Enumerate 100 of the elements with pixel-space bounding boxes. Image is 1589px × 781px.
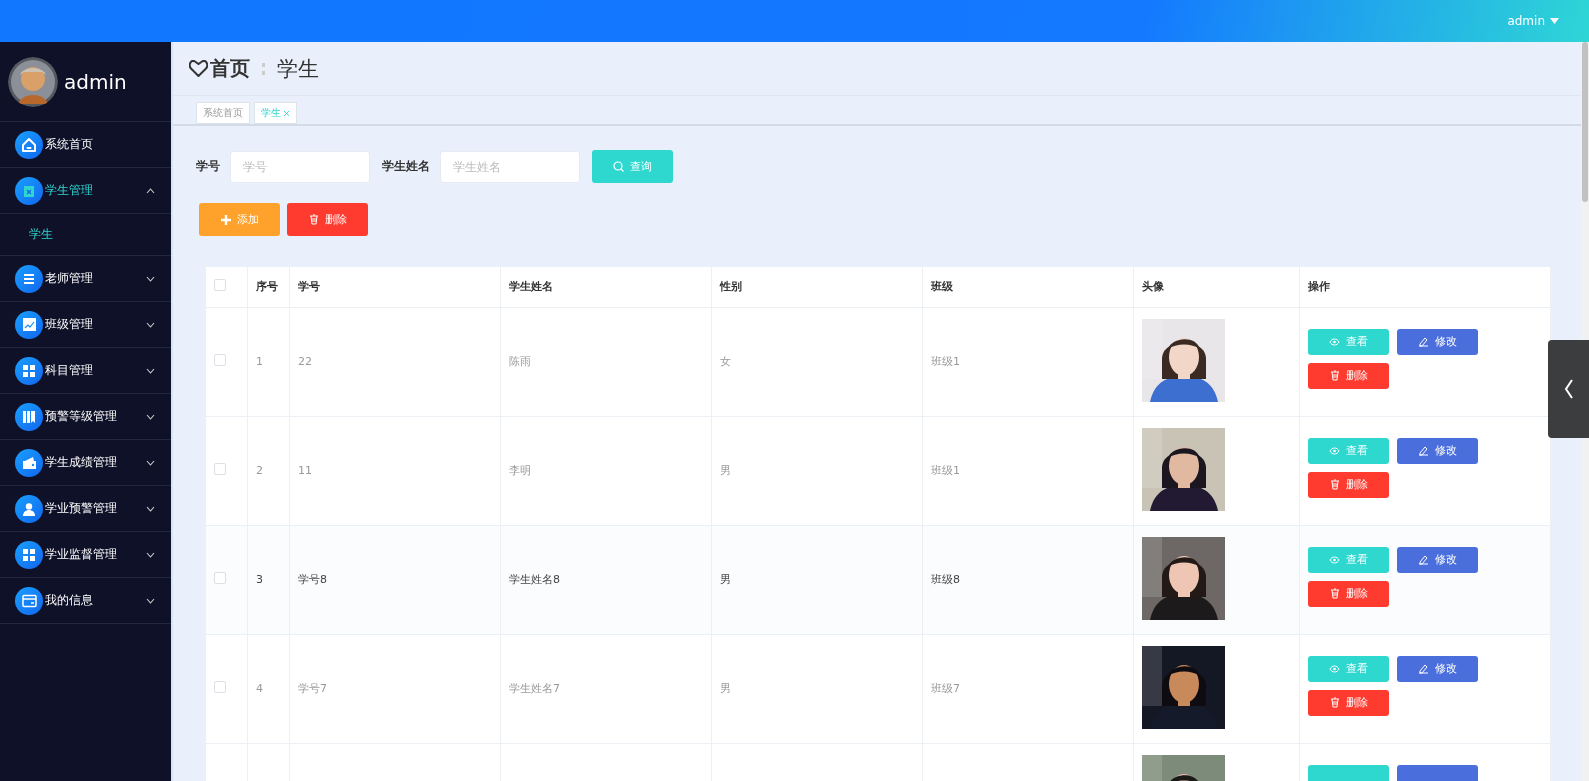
checkbox[interactable] xyxy=(214,354,226,366)
table-cell: 李明 xyxy=(509,464,531,477)
user-name: admin xyxy=(64,69,127,94)
search-field[interactable]: 学号 xyxy=(230,150,370,183)
delete-button[interactable]: 删除 xyxy=(287,203,368,236)
trash-icon xyxy=(1329,697,1340,708)
scrollbar[interactable] xyxy=(1581,42,1589,781)
home-icon xyxy=(21,136,37,153)
checkbox[interactable] xyxy=(214,279,226,292)
chevron-up-icon xyxy=(146,187,155,194)
close-icon xyxy=(283,109,290,117)
column-header: 操作 xyxy=(1299,267,1551,307)
trash-icon xyxy=(1329,370,1340,381)
column-header: 头像 xyxy=(1133,267,1300,307)
list-icon xyxy=(22,271,36,286)
search-icon xyxy=(613,161,624,172)
delete-button[interactable]: 删除 xyxy=(1308,580,1389,607)
delete-button[interactable]: 删除 xyxy=(1308,471,1389,498)
edit-button[interactable]: 修改 xyxy=(1397,655,1478,682)
pen-icon xyxy=(1418,445,1429,456)
table-cell: 1 xyxy=(256,355,263,368)
user-icon xyxy=(22,501,36,516)
chevron-down-icon xyxy=(146,597,155,604)
menu-item[interactable]: 系统首页 xyxy=(0,122,171,168)
delete-button[interactable]: 删除 xyxy=(1308,362,1389,389)
menu-item[interactable]: 班级管理 xyxy=(0,302,171,348)
menu-item[interactable]: 预警等级管理 xyxy=(0,394,171,440)
trash-icon xyxy=(1329,588,1340,599)
chevron-down-icon xyxy=(146,459,155,466)
chart-icon xyxy=(22,318,36,331)
table-cell: 学生姓名8 xyxy=(509,573,560,586)
delete-button[interactable]: 删除 xyxy=(1308,689,1389,716)
menu-item[interactable]: 科目管理 xyxy=(0,348,171,394)
eye-icon xyxy=(1329,446,1340,455)
eye-icon xyxy=(1329,555,1340,564)
edit-button[interactable]: 修改 xyxy=(1397,328,1478,355)
table-cell: 女 xyxy=(720,355,731,368)
wallet-icon xyxy=(21,455,37,470)
submenu-item[interactable]: 学生 xyxy=(0,214,171,256)
chevron-left-icon xyxy=(1563,379,1574,399)
caret-down-icon xyxy=(1550,18,1559,24)
trash-icon xyxy=(1329,479,1340,490)
column-header: 班级 xyxy=(922,267,1134,307)
chevron-down-icon xyxy=(146,413,155,420)
chevron-down-icon xyxy=(146,321,155,328)
table-cell: 班级1 xyxy=(931,464,960,477)
checkbox[interactable] xyxy=(214,572,226,584)
pen-icon xyxy=(1418,554,1429,565)
trash-icon xyxy=(308,214,319,225)
pen-icon xyxy=(1418,663,1429,674)
column-header: 性别 xyxy=(711,267,923,307)
avatar xyxy=(8,56,58,107)
clipboard-icon xyxy=(22,183,36,198)
column-header: 学号 xyxy=(289,267,501,307)
column-header: 序号 xyxy=(247,267,290,307)
chevron-down-icon xyxy=(146,367,155,374)
pen-icon xyxy=(1418,336,1429,347)
table-cell: 学号7 xyxy=(298,682,327,695)
breadcrumb-link[interactable]: 首页 xyxy=(210,55,250,82)
table-cell: 11 xyxy=(298,464,312,477)
eye-icon xyxy=(1329,337,1340,346)
column-header: 学生姓名 xyxy=(500,267,712,307)
menu-item[interactable]: 老师管理 xyxy=(0,256,171,302)
table-cell: 男 xyxy=(720,464,731,477)
field-label: 学号 xyxy=(196,158,220,175)
card-icon xyxy=(21,593,37,608)
checkbox[interactable] xyxy=(214,681,226,693)
menu-item[interactable]: 学生成绩管理 xyxy=(0,440,171,486)
grid-icon xyxy=(22,363,36,378)
search-field[interactable]: 学生姓名 xyxy=(440,150,580,183)
menu-item[interactable]: 学业预警管理 xyxy=(0,486,171,532)
grid-icon xyxy=(22,547,36,562)
table-cell: 学号8 xyxy=(298,573,327,586)
table-cell: 22 xyxy=(298,355,312,368)
menu-item[interactable]: 我的信息 xyxy=(0,578,171,624)
menu-item[interactable]: 学生管理 xyxy=(0,168,171,214)
eye-icon xyxy=(1329,664,1340,673)
edit-button[interactable]: 修改 xyxy=(1397,546,1478,573)
table-cell: 陈雨 xyxy=(509,355,531,368)
edit-button[interactable]: 修改 xyxy=(1397,437,1478,464)
chevron-down-icon xyxy=(146,505,155,512)
table-cell: 学生姓名7 xyxy=(509,682,560,695)
table-cell: 男 xyxy=(720,682,731,695)
collapse-handle[interactable] xyxy=(1548,340,1589,438)
book-icon xyxy=(22,409,36,424)
table-cell: 班级8 xyxy=(931,573,960,586)
field-label: 学生姓名 xyxy=(382,158,430,175)
menu-item[interactable]: 学业监督管理 xyxy=(0,532,171,578)
plus-icon xyxy=(220,214,231,225)
heart-icon xyxy=(189,60,208,77)
breadcrumb-current: 学生 xyxy=(277,55,319,83)
checkbox[interactable] xyxy=(214,463,226,475)
table-cell: 3 xyxy=(256,573,263,586)
table-cell: 男 xyxy=(720,573,731,586)
table-cell: 4 xyxy=(256,682,263,695)
table-cell: 2 xyxy=(256,464,263,477)
chevron-down-icon xyxy=(146,275,155,282)
table-cell: 班级7 xyxy=(931,682,960,695)
page-tab[interactable]: 系统首页 xyxy=(196,102,250,124)
table-cell: 班级1 xyxy=(931,355,960,368)
